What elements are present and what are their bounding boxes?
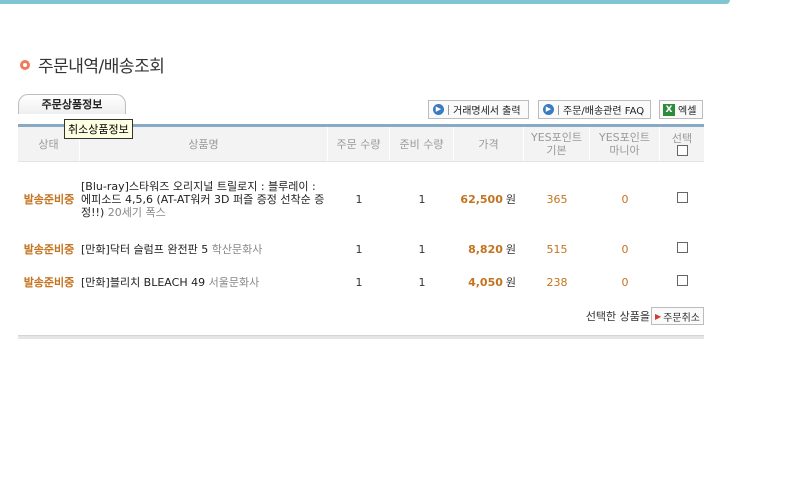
page-title: 주문내역/배송조회 — [38, 57, 165, 77]
row-price: 62,500 원 — [454, 191, 524, 207]
play-circle-icon: ▶ — [543, 104, 554, 115]
row-product: [만화]블리치 BLEACH 49 서울문화사 — [80, 276, 328, 289]
price-value: 4,050 — [468, 276, 503, 289]
excel-export-button[interactable]: X 엑셀 — [659, 100, 703, 119]
header-points-basic: YES포인트 기본 — [524, 127, 590, 161]
page-header: 주문내역/배송조회 — [20, 52, 165, 77]
header-points-mania-line1: YES포인트 — [598, 131, 650, 144]
tooltip-cancelled-products: 취소상품정보 — [64, 119, 133, 139]
table-footer: 선택한 상품을 ▶ 주문취소 — [18, 305, 704, 327]
row-status: 발송준비중 — [23, 193, 75, 206]
shipping-faq-label: 주문/배송관련 FAQ — [563, 106, 645, 117]
currency-unit: 원 — [505, 243, 516, 256]
row-select — [660, 242, 704, 256]
table-bottom-line — [18, 335, 704, 339]
header-points-basic-line1: YES포인트 — [530, 131, 582, 144]
row-product: [Blu-ray]스타워즈 오리지널 트릴로지 : 블루레이 : 에피소드 4,… — [80, 180, 328, 219]
header-points-mania-line2: 마니아 — [609, 144, 640, 157]
product-publisher: 서울문화사 — [208, 275, 260, 289]
print-invoice-label: 거래명세서 출력 — [453, 106, 521, 117]
select-all-checkbox[interactable] — [676, 145, 688, 156]
arrow-right-icon: ▶ — [655, 311, 662, 321]
excel-label: 엑셀 — [678, 106, 697, 117]
row-checkbox[interactable] — [676, 242, 688, 253]
play-circle-icon: ▶ — [433, 104, 444, 115]
top-decorative-bar — [0, 0, 730, 4]
row-ready-qty: 1 — [418, 192, 426, 206]
header-ready-qty: 준비 수량 — [390, 127, 454, 161]
row-order-qty: 1 — [355, 275, 363, 289]
row-ready-qty: 1 — [418, 275, 426, 289]
row-order-qty: 1 — [355, 192, 363, 206]
row-points-mania: 0 — [621, 192, 629, 206]
row-status: 발송준비중 — [23, 276, 75, 289]
header-price: 가격 — [454, 127, 524, 161]
divider — [448, 104, 449, 115]
row-checkbox[interactable] — [676, 275, 688, 286]
row-points-mania: 0 — [621, 275, 629, 289]
product-link[interactable]: [만화]블리치 BLEACH 49 — [81, 276, 205, 289]
print-invoice-button[interactable]: ▶ 거래명세서 출력 — [428, 100, 529, 119]
circle-bullet-icon — [20, 59, 30, 70]
row-ready-qty: 1 — [418, 242, 426, 256]
row-points-basic: 515 — [546, 242, 568, 256]
row-points-mania: 0 — [621, 242, 629, 256]
header-order-qty: 주문 수량 — [328, 127, 390, 161]
cancel-order-label: 주문취소 — [663, 312, 700, 324]
row-price: 8,820 원 — [454, 241, 524, 257]
product-publisher: 20세기 폭스 — [107, 205, 166, 219]
header-select-label: 선택 — [671, 132, 693, 145]
shipping-faq-button[interactable]: ▶ 주문/배송관련 FAQ — [538, 100, 651, 119]
row-select — [660, 192, 704, 206]
header-points-mania: YES포인트 마니아 — [590, 127, 660, 161]
header-select: 선택 — [660, 127, 704, 161]
tab-order-products[interactable]: 주문상품정보 — [18, 94, 126, 114]
price-value: 62,500 — [460, 193, 503, 206]
row-order-qty: 1 — [355, 242, 363, 256]
row-price: 4,050 원 — [454, 274, 524, 290]
order-table: 상태 상품명 주문 수량 준비 수량 가격 YES포인트 기본 YES포인트 마… — [18, 124, 704, 339]
row-checkbox[interactable] — [676, 192, 688, 203]
row-points-basic: 365 — [546, 192, 568, 206]
header-points-basic-line2: 기본 — [546, 144, 567, 157]
currency-unit: 원 — [505, 276, 516, 289]
selected-items-text: 선택한 상품을 — [585, 310, 651, 323]
row-select — [660, 275, 704, 289]
table-row: 발송준비중 [만화]닥터 슬럼프 완전판 5 학산문화사 1 1 8,820 원 … — [18, 233, 704, 265]
excel-icon: X — [663, 103, 675, 116]
cancel-order-button[interactable]: ▶ 주문취소 — [651, 307, 704, 325]
price-value: 8,820 — [468, 243, 503, 256]
table-row: 발송준비중 [만화]블리치 BLEACH 49 서울문화사 1 1 4,050 원… — [18, 265, 704, 299]
row-status: 발송준비중 — [23, 243, 75, 256]
product-publisher: 학산문화사 — [211, 242, 263, 256]
product-link[interactable]: [만화]닥터 슬럼프 완전판 5 — [81, 243, 208, 256]
row-product: [만화]닥터 슬럼프 완전판 5 학산문화사 — [80, 243, 328, 256]
table-row: 발송준비중 [Blu-ray]스타워즈 오리지널 트릴로지 : 블루레이 : 에… — [18, 165, 704, 233]
currency-unit: 원 — [505, 193, 516, 206]
row-points-basic: 238 — [546, 275, 568, 289]
divider — [558, 104, 559, 115]
